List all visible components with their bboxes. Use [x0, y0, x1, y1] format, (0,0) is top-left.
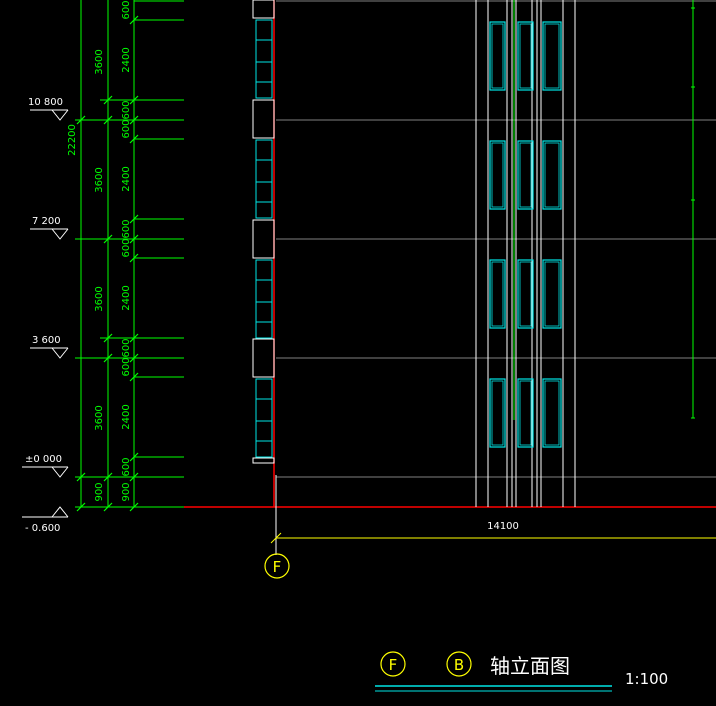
dim-floor-4: 3600: [94, 49, 105, 74]
dim-sill-1: 600: [121, 457, 132, 476]
dim-sill-top: 600: [121, 0, 132, 19]
dim-window-3: 2400: [121, 166, 132, 191]
grid-axis-label: F: [273, 558, 282, 576]
central-windows: [489, 21, 562, 448]
dim-sill-4a: 600: [121, 100, 132, 119]
dim-base-inner: 900: [121, 482, 132, 501]
elevation-label-minus-0600: - 0.600: [25, 523, 60, 534]
dim-floor-1: 3600: [94, 405, 105, 430]
central-pilaster-lines: [475, 0, 576, 507]
dim-sill-2b: 600: [121, 357, 132, 376]
drawing-title: 轴立面图: [490, 654, 570, 678]
elevation-label-0000: ±0 000: [25, 454, 62, 465]
dim-floor-2: 3600: [94, 286, 105, 311]
dim-sill-3a: 600: [121, 219, 132, 238]
dim-window-1: 2400: [121, 404, 132, 429]
dim-window-2: 2400: [121, 285, 132, 310]
title-axis-start: F: [389, 656, 398, 674]
dim-floor-3: 3600: [94, 167, 105, 192]
title-axis-end: B: [454, 656, 464, 674]
dim-sill-4b: 600: [121, 119, 132, 138]
elevation-label-10800: 10 800: [28, 97, 63, 108]
central-window-inner: [491, 23, 560, 446]
horizontal-dimension-label: 14100: [487, 521, 519, 532]
elevation-label-3600: 3 600: [32, 335, 61, 346]
dim-sill-3b: 600: [121, 238, 132, 257]
dim-window-4: 2400: [121, 47, 132, 72]
horizontal-dimension: [270, 532, 716, 544]
side-window-glazing: [255, 19, 273, 458]
floor-grid-lines: [276, 0, 716, 478]
elevation-label-7200: 7 200: [32, 216, 61, 227]
drawing-scale: 1:100: [625, 670, 668, 688]
dim-total: 22200: [67, 124, 78, 156]
elevation-drawing: 22200 3600 3600 3600 3600 900 600 2400 6…: [22, 0, 716, 692]
dim-sill-2a: 600: [121, 338, 132, 357]
dim-base-outer: 900: [94, 482, 105, 501]
